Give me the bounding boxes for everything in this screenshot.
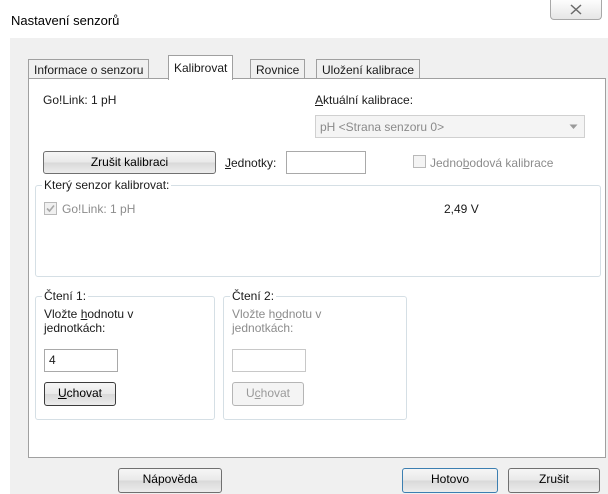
calibrate-panel: Go!Link: 1 pH Aktuální kalibrace: pH <St… (28, 78, 606, 458)
window-title: Nastavení senzorů (11, 13, 120, 28)
sensor-voltage: 2,49 V (444, 202, 479, 216)
help-button[interactable]: Nápověda (118, 468, 222, 493)
reading1-prompt: Vložte hodnotu v jednotkách: (44, 307, 134, 335)
check-icon (46, 204, 55, 213)
single-point-checkbox[interactable] (413, 155, 426, 168)
tab-save-calibration[interactable]: Uložení kalibrace (316, 59, 421, 79)
reading2-title: Čtení 2: (230, 289, 277, 303)
close-icon (570, 4, 582, 15)
single-point-label: Jednobodová kalibrace (430, 156, 554, 170)
cancel-calibration-button[interactable]: Zrušit kalibraci (43, 151, 216, 174)
current-calibration-select[interactable]: pH <Strana senzoru 0> (315, 115, 585, 138)
chevron-down-icon (569, 124, 578, 129)
title-bar: Nastavení senzorů (0, 0, 608, 38)
dialog-client-area: Informace o senzoru Kalibrovat Rovnice U… (10, 38, 608, 494)
reading1-group: Čtení 1: Vložte hodnotu v jednotkách: 4 … (35, 289, 215, 420)
reading2-keep-button[interactable]: Uchovat (232, 382, 304, 406)
units-input[interactable] (286, 151, 366, 174)
reading2-value-input[interactable] (232, 349, 306, 372)
reading2-prompt: Vložte hodnotu v jednotkách: (232, 307, 322, 335)
reading1-title: Čtení 1: (42, 289, 89, 303)
sensor-checkbox-label: Go!Link: 1 pH (62, 202, 136, 216)
current-calibration-value: pH <Strana senzoru 0> (320, 120, 445, 134)
cancel-button[interactable]: Zrušit (508, 468, 600, 493)
current-calibration-label: Aktuální kalibrace: (315, 93, 414, 107)
reading1-keep-button[interactable]: Uchovat (44, 382, 116, 406)
tab-calibrate[interactable]: Kalibrovat (168, 55, 234, 80)
units-label: Jednotky: (225, 156, 277, 170)
close-button[interactable] (550, 0, 602, 20)
sensor-checkbox[interactable] (44, 202, 57, 215)
sensor-name-label: Go!Link: 1 pH (43, 93, 117, 107)
tab-sensor-info[interactable]: Informace o senzoru (28, 59, 150, 79)
tab-equation[interactable]: Rovnice (250, 59, 306, 79)
done-button[interactable]: Hotovo (402, 468, 498, 493)
reading1-value-input[interactable]: 4 (44, 349, 118, 372)
which-sensor-group: Který senzor kalibrovat: Go!Link: 1 pH 2… (35, 178, 601, 277)
reading2-group: Čtení 2: Vložte hodnotu v jednotkách: Uc… (223, 289, 407, 420)
which-sensor-group-title: Který senzor kalibrovat: (42, 178, 172, 192)
